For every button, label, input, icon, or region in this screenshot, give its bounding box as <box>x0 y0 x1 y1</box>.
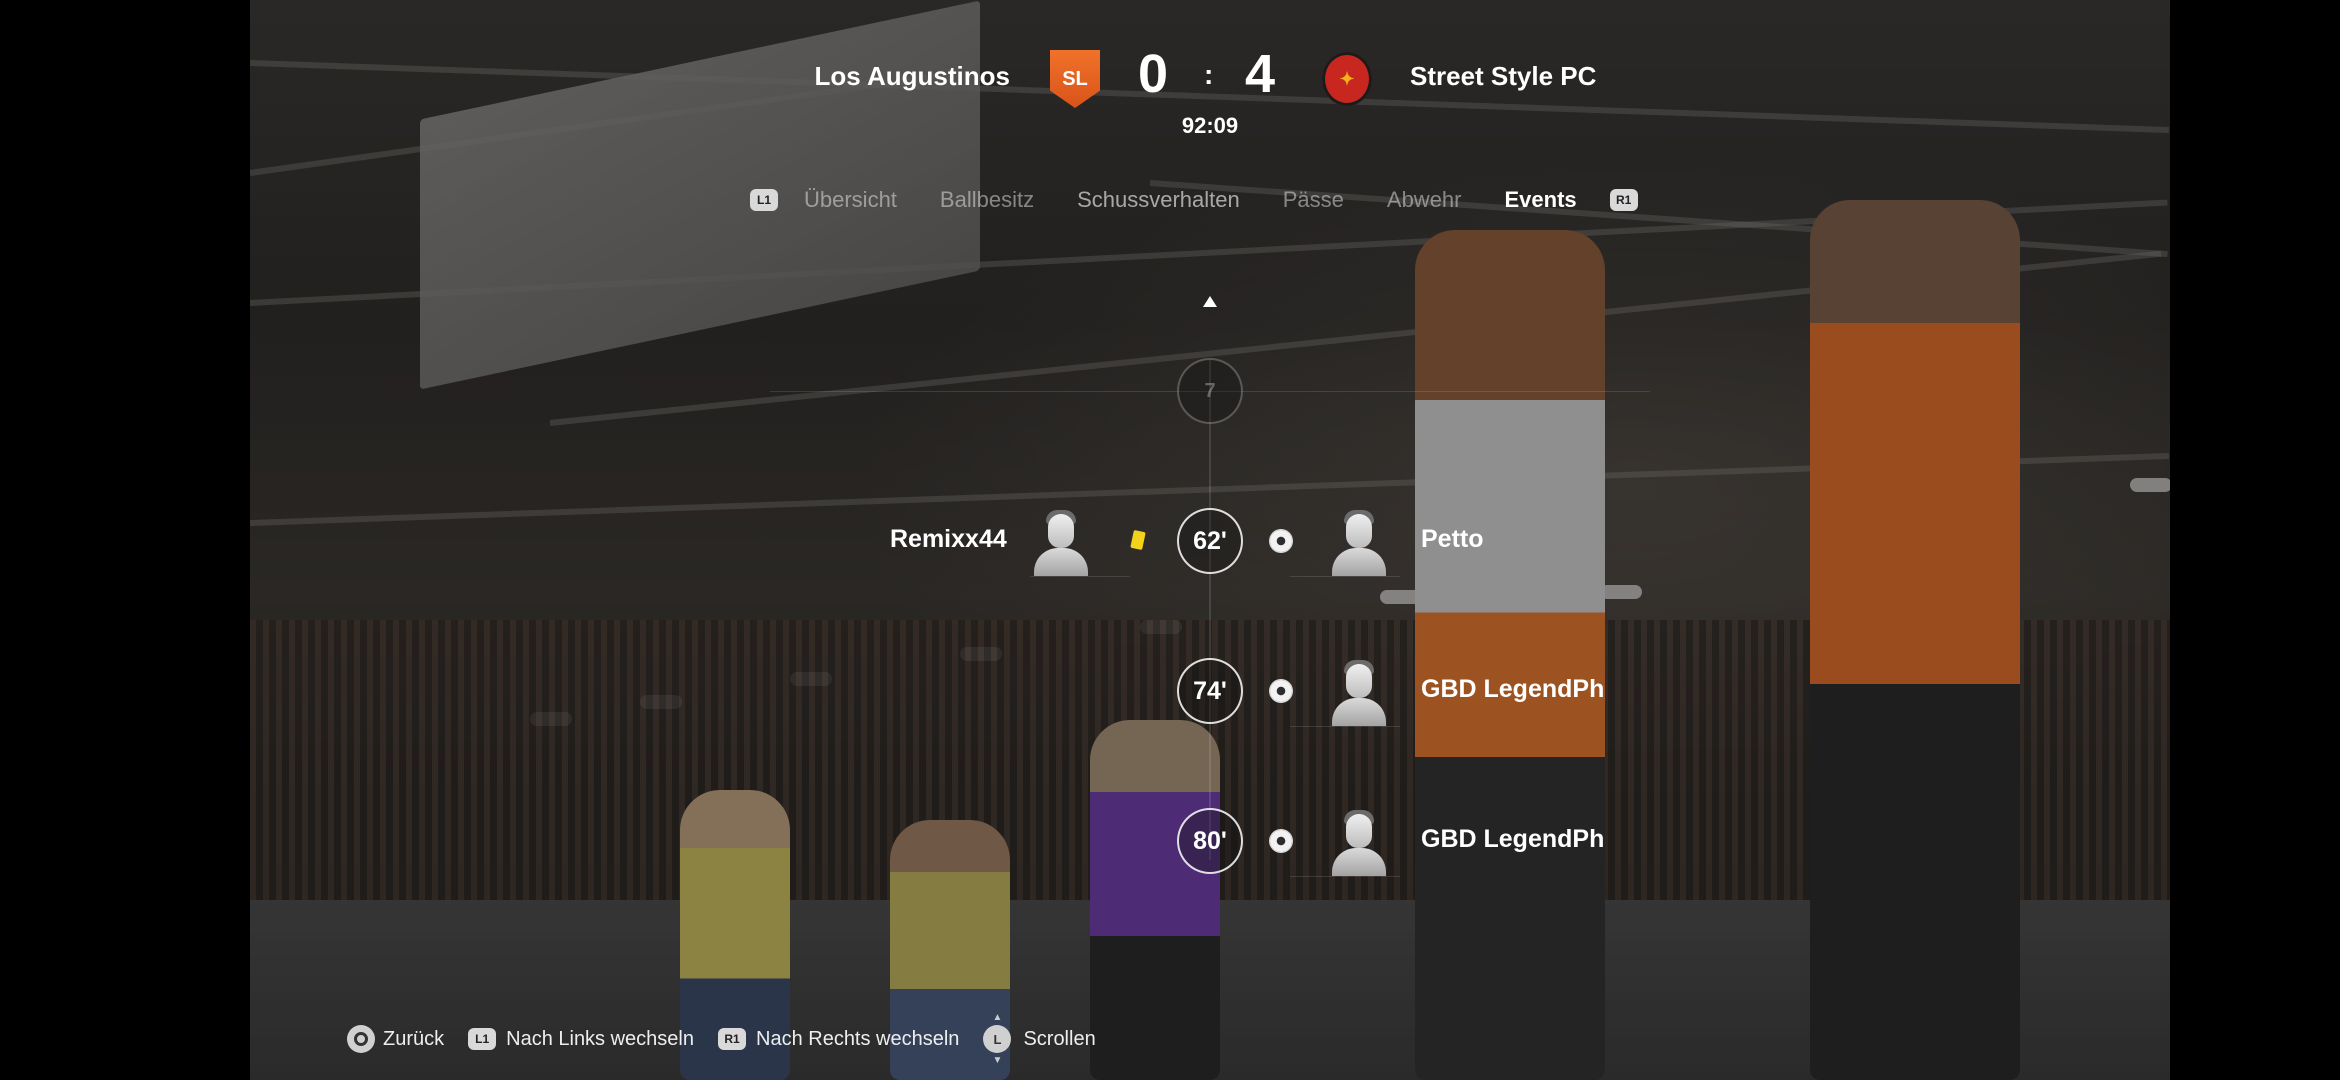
player-avatar-icon <box>1328 808 1390 876</box>
switch-right-label: Nach Rechts wechseln <box>756 1027 960 1050</box>
event-away-player: Petto <box>1421 525 1484 553</box>
switch-right-control[interactable]: R1 Nach Rechts wechseln <box>718 1028 959 1051</box>
scroll-label: Scrollen <box>1023 1027 1096 1050</box>
switch-left-label: Nach Links wechseln <box>506 1027 694 1050</box>
event-away-player: GBD LegendPh <box>1421 825 1605 853</box>
tab-schussverhalten[interactable]: Schussverhalten <box>1077 187 1240 213</box>
goal-ball-icon <box>1270 680 1292 702</box>
r1-button-icon[interactable]: R1 <box>1609 189 1638 211</box>
goal-ball-icon <box>1270 830 1292 852</box>
player-avatar-icon <box>1328 658 1390 726</box>
timeline-line <box>1209 360 1211 860</box>
score-header: Los Augustinos SL 0 : 4 ✦ Street Style P… <box>0 44 2340 110</box>
home-team-name: Los Augustinos <box>814 61 1010 91</box>
back-label: Zurück <box>383 1027 445 1050</box>
back-control[interactable]: Zurück <box>347 1025 444 1053</box>
event-minute: 7 <box>1177 358 1243 424</box>
circle-button-icon <box>347 1025 375 1053</box>
away-team-crest-icon: ✦ <box>1322 52 1372 106</box>
goal-ball-icon <box>1270 530 1292 552</box>
event-away-player: GBD LegendPh <box>1421 675 1605 703</box>
l1-button-icon[interactable]: L1 <box>750 189 778 211</box>
l1-button-icon: L1 <box>468 1028 497 1050</box>
scroll-control[interactable]: L Scrollen <box>983 1012 1096 1066</box>
button-hints: Zurück L1 Nach Links wechseln R1 Nach Re… <box>347 1012 1120 1066</box>
tab-uebersicht[interactable]: Übersicht <box>804 187 897 213</box>
score-separator: : <box>1204 59 1214 90</box>
stats-tabs: L1 Übersicht Ballbesitz Schussverhalten … <box>750 183 1638 217</box>
left-stick-icon: L <box>983 1012 1012 1066</box>
tab-paesse[interactable]: Pässe <box>1283 187 1344 213</box>
match-clock: 92:09 <box>1181 113 1239 138</box>
event-home-player: Remixx44 <box>890 525 1007 553</box>
switch-left-control[interactable]: L1 Nach Links wechseln <box>468 1028 694 1051</box>
event-minute: 74' <box>1177 658 1243 724</box>
tab-ballbesitz[interactable]: Ballbesitz <box>940 187 1034 213</box>
away-score: 4 <box>1245 44 1276 104</box>
home-score: 0 <box>1138 44 1169 104</box>
tab-events[interactable]: Events <box>1504 187 1576 213</box>
r1-button-icon: R1 <box>718 1028 746 1050</box>
event-minute: 80' <box>1177 808 1243 874</box>
player-avatar-icon <box>1328 508 1390 576</box>
event-minute: 62' <box>1177 508 1243 574</box>
home-team-crest-icon: SL <box>1050 50 1100 108</box>
tab-abwehr[interactable]: Abwehr <box>1387 187 1462 213</box>
player-avatar-icon <box>1030 508 1092 576</box>
scroll-up-arrow-icon[interactable] <box>1203 296 1217 307</box>
away-team-name: Street Style PC <box>1410 61 1597 91</box>
